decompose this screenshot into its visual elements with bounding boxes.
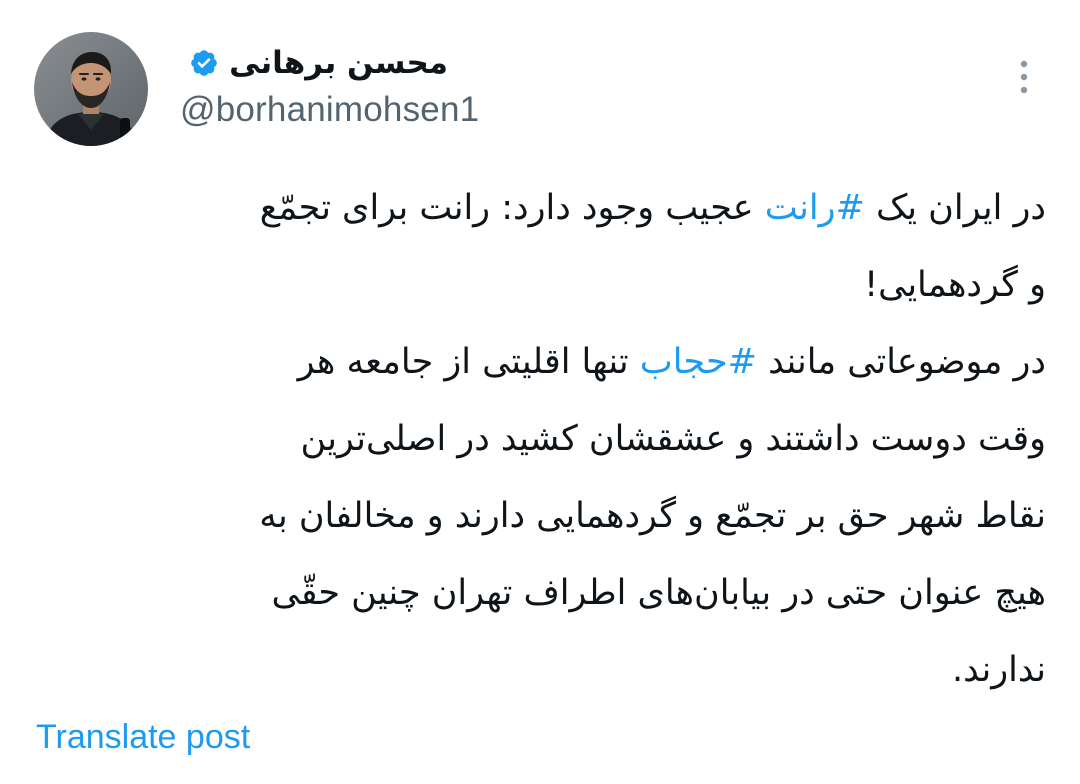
tweet-line: ندارند.	[40, 632, 1046, 709]
tweet-line: و گردهمایی!	[40, 247, 1046, 324]
tweet-text-segment: تنها اقلیتی از جامعه هر	[297, 342, 640, 382]
hashtag-link[interactable]: #رانت	[765, 188, 865, 228]
translate-post-link[interactable]: Translate post	[36, 718, 250, 757]
tweet-text-segment: و گردهمایی!	[864, 265, 1046, 305]
tweet-text-segment: وقت دوست داشتند و عشقشان کشید در اصلی‌تر…	[300, 419, 1046, 459]
more-vertical-icon[interactable]	[1010, 58, 1038, 96]
tweet-text-segment: نقاط شهر حق بر تجمّع و گردهمایی دارند و …	[259, 496, 1046, 536]
display-name-row: محسن برهانی	[180, 36, 448, 90]
tweet-line: وقت دوست داشتند و عشقشان کشید در اصلی‌تر…	[40, 401, 1046, 478]
tweet-text-segment: ندارند.	[952, 650, 1046, 690]
verified-badge-icon[interactable]	[189, 48, 219, 78]
tweet-text-segment: در موضوعاتی مانند	[756, 342, 1046, 382]
tweet-card: محسن برهانی @borhanimohsen1 در ایران یک …	[0, 0, 1080, 784]
user-handle[interactable]: @borhanimohsen1	[180, 90, 479, 130]
hashtag-link[interactable]: #حجاب	[640, 342, 757, 382]
tweet-text-segment: در ایران یک	[864, 188, 1046, 228]
tweet-line: در موضوعاتی مانند #حجاب تنها اقلیتی از ج…	[40, 324, 1046, 401]
tweet-text-segment: عجیب وجود دارد: رانت برای تجمّع	[259, 188, 765, 228]
display-name[interactable]: محسن برهانی	[229, 45, 448, 81]
tweet-text: در ایران یک #رانت عجیب وجود دارد: رانت ب…	[40, 170, 1046, 709]
avatar[interactable]	[34, 32, 148, 146]
tweet-line: نقاط شهر حق بر تجمّع و گردهمایی دارند و …	[40, 478, 1046, 555]
tweet-line: هیچ عنوان حتی در بیابان‌های اطراف تهران …	[40, 555, 1046, 632]
profile-photo-icon	[34, 32, 148, 146]
tweet-line: در ایران یک #رانت عجیب وجود دارد: رانت ب…	[40, 170, 1046, 247]
tweet-text-segment: هیچ عنوان حتی در بیابان‌های اطراف تهران …	[271, 573, 1046, 613]
